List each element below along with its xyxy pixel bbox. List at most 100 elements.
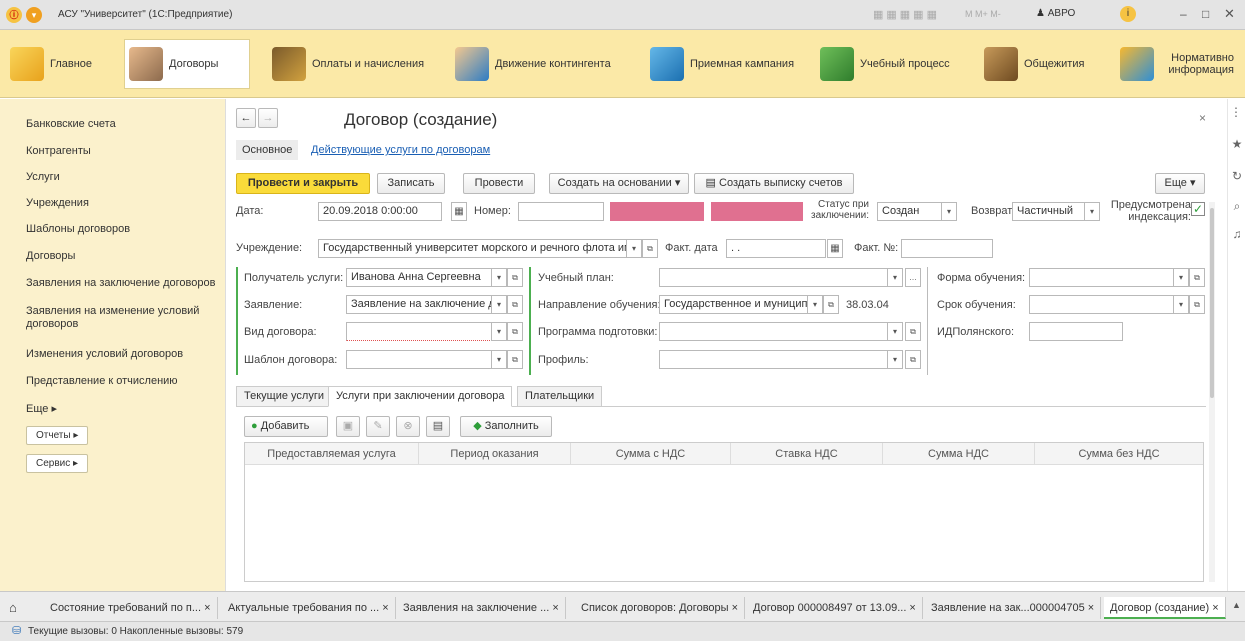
study-form-field[interactable] [1029, 268, 1181, 287]
template-dropdown-icon[interactable]: ▾ [491, 350, 507, 369]
window-tab[interactable]: Договор 000008497 от 13.09... × [747, 597, 923, 619]
print-icon[interactable]: ▤ [426, 416, 450, 437]
toolbar-icons[interactable]: ▦▦▦▦▦ [873, 8, 963, 22]
id-field[interactable] [1029, 322, 1123, 341]
sidebar-item-services[interactable]: Услуги [26, 171, 60, 184]
program-dropdown-icon[interactable]: ▾ [887, 322, 903, 341]
tab-payers[interactable]: Плательщики [517, 386, 603, 407]
study-form-dropdown-icon[interactable]: ▾ [1173, 268, 1189, 287]
service-button[interactable]: Сервис ▸ [26, 454, 89, 473]
return-dropdown-icon[interactable]: ▾ [1084, 202, 1100, 221]
create-statement-button[interactable]: ▤ Создать выписку счетов [694, 173, 854, 194]
recipient-open-icon[interactable]: ⧉ [507, 268, 523, 287]
close-form-icon[interactable]: × [1199, 111, 1206, 125]
post-button[interactable]: Провести [463, 173, 535, 194]
window-tab[interactable]: Актуальные требования по ... × [222, 597, 396, 619]
window-tab[interactable]: Состояние требований по п... × [44, 597, 218, 619]
home-icon[interactable]: ⌂ [9, 600, 17, 615]
sidebar-item-templates[interactable]: Шаблоны договоров [26, 223, 130, 236]
favorites-star-icon[interactable]: ★ [1230, 137, 1244, 151]
status-dropdown-icon[interactable]: ▾ [941, 202, 957, 221]
number-field[interactable] [518, 202, 604, 221]
plan-field[interactable] [659, 268, 895, 287]
more-button[interactable]: Еще ▾ [1155, 173, 1205, 194]
scrollbar-thumb[interactable] [1210, 208, 1214, 398]
sidebar-item-change-apps[interactable]: Заявления на изменение условий договоров [26, 305, 201, 331]
maximize-icon[interactable]: □ [1202, 7, 1209, 21]
post-and-close-button[interactable]: Провести и закрыть [236, 173, 370, 194]
memory-panel[interactable]: М М+ М- [965, 9, 1001, 19]
study-term-dropdown-icon[interactable]: ▾ [1173, 295, 1189, 314]
recipient-dropdown-icon[interactable]: ▾ [491, 268, 507, 287]
fact-date-field[interactable]: . . [726, 239, 826, 258]
col-period[interactable]: Период оказания [419, 443, 571, 465]
direction-field[interactable]: Государственное и муниципа [659, 295, 811, 314]
profile-field[interactable] [659, 350, 895, 369]
sidebar-item-more[interactable]: Еще ▸ [26, 403, 57, 416]
form-scrollbar[interactable] [1209, 202, 1215, 582]
window-tab[interactable]: Заявления на заключение ... × [397, 597, 566, 619]
recipient-field[interactable]: Иванова Анна Сергеевна [346, 268, 492, 287]
nav-admission[interactable]: Приемная кампания [650, 39, 810, 89]
window-tab[interactable]: Список договоров: Договоры × [575, 597, 746, 619]
sidebar-item-conclusion-apps[interactable]: Заявления на заключение договоров [26, 277, 216, 290]
apps-grid-icon[interactable]: ⋮⋮ [1230, 105, 1245, 119]
fill-button[interactable]: ◆ Заполнить [460, 416, 552, 437]
1c-logo-icon[interactable]: ⓘ [6, 7, 22, 23]
nav-contracts[interactable]: Договоры [124, 39, 250, 89]
delete-icon[interactable]: ⊗ [396, 416, 420, 437]
user-label[interactable]: ♟ АВРО [1036, 8, 1116, 19]
sidebar-item-expulsion[interactable]: Представление к отчислению [26, 375, 178, 388]
reports-button[interactable]: Отчеты ▸ [26, 426, 89, 445]
study-term-open-icon[interactable]: ⧉ [1189, 295, 1205, 314]
close-window-icon[interactable]: ✕ [1224, 6, 1235, 22]
direction-dropdown-icon[interactable]: ▾ [807, 295, 823, 314]
nav-payments[interactable]: Оплаты и начисления [272, 39, 442, 89]
direction-open-icon[interactable]: ⧉ [823, 295, 839, 314]
application-dropdown-icon[interactable]: ▾ [491, 295, 507, 314]
sidebar-item-changes[interactable]: Изменения условий договоров [26, 348, 183, 361]
search-icon[interactable]: ⌕ [1230, 199, 1244, 214]
nav-dormitory[interactable]: Общежития [984, 39, 1104, 89]
add-button[interactable]: ● Добавить [244, 416, 328, 437]
tab-active-services[interactable]: Действующие услуги по договорам [311, 144, 490, 156]
application-open-icon[interactable]: ⧉ [507, 295, 523, 314]
window-tab-active[interactable]: Договор (создание) × [1104, 597, 1226, 619]
application-field[interactable]: Заявление на заключение д [346, 295, 492, 314]
date-field[interactable]: 20.09.2018 0:00:00 [318, 202, 442, 221]
calendar-icon[interactable]: ▦ [451, 202, 467, 221]
indexation-checkbox[interactable]: ✓ [1191, 202, 1205, 216]
institution-open-icon[interactable]: ⧉ [642, 239, 658, 258]
study-term-field[interactable] [1029, 295, 1181, 314]
nav-reference[interactable]: Нормативно информация [1120, 39, 1245, 89]
program-field[interactable] [659, 322, 895, 341]
fact-calendar-icon[interactable]: ▦ [827, 239, 843, 258]
sidebar-item-institutions[interactable]: Учреждения [26, 197, 89, 210]
profile-open-icon[interactable]: ⧉ [905, 350, 921, 369]
program-open-icon[interactable]: ⧉ [905, 322, 921, 341]
info-icon[interactable]: i [1120, 6, 1136, 22]
nav-contingent[interactable]: Движение контингента [455, 39, 625, 89]
template-open-icon[interactable]: ⧉ [507, 350, 523, 369]
plan-select-icon[interactable]: … [905, 268, 921, 287]
contract-type-open-icon[interactable]: ⧉ [507, 322, 523, 341]
save-button[interactable]: Записать [377, 173, 445, 194]
forward-arrow-icon[interactable]: → [258, 108, 278, 128]
tab-main[interactable]: Основное [236, 140, 299, 160]
main-menu-icon[interactable]: ▾ [26, 7, 42, 23]
tabs-scroll-up-icon[interactable]: ▲ [1232, 600, 1241, 610]
nav-main[interactable]: Главное [10, 39, 120, 89]
back-arrow-icon[interactable]: ← [236, 108, 256, 128]
window-tab[interactable]: Заявление на зак...000004705 × [925, 597, 1102, 619]
bell-icon[interactable]: ♫ [1230, 227, 1244, 241]
tab-current-services[interactable]: Текущие услуги [236, 386, 332, 407]
template-field[interactable] [346, 350, 492, 369]
tab-conclusion-services[interactable]: Услуги при заключении договора [328, 386, 513, 407]
col-service[interactable]: Предоставляемая услуга [245, 443, 419, 465]
services-table[interactable]: Предоставляемая услуга Период оказания С… [244, 442, 1204, 582]
col-vat-rate[interactable]: Ставка НДС [731, 443, 883, 465]
minimize-icon[interactable]: – [1180, 7, 1187, 21]
plan-dropdown-icon[interactable]: ▾ [887, 268, 903, 287]
contract-type-field[interactable] [346, 322, 492, 341]
history-icon[interactable]: ↻ [1230, 169, 1244, 183]
